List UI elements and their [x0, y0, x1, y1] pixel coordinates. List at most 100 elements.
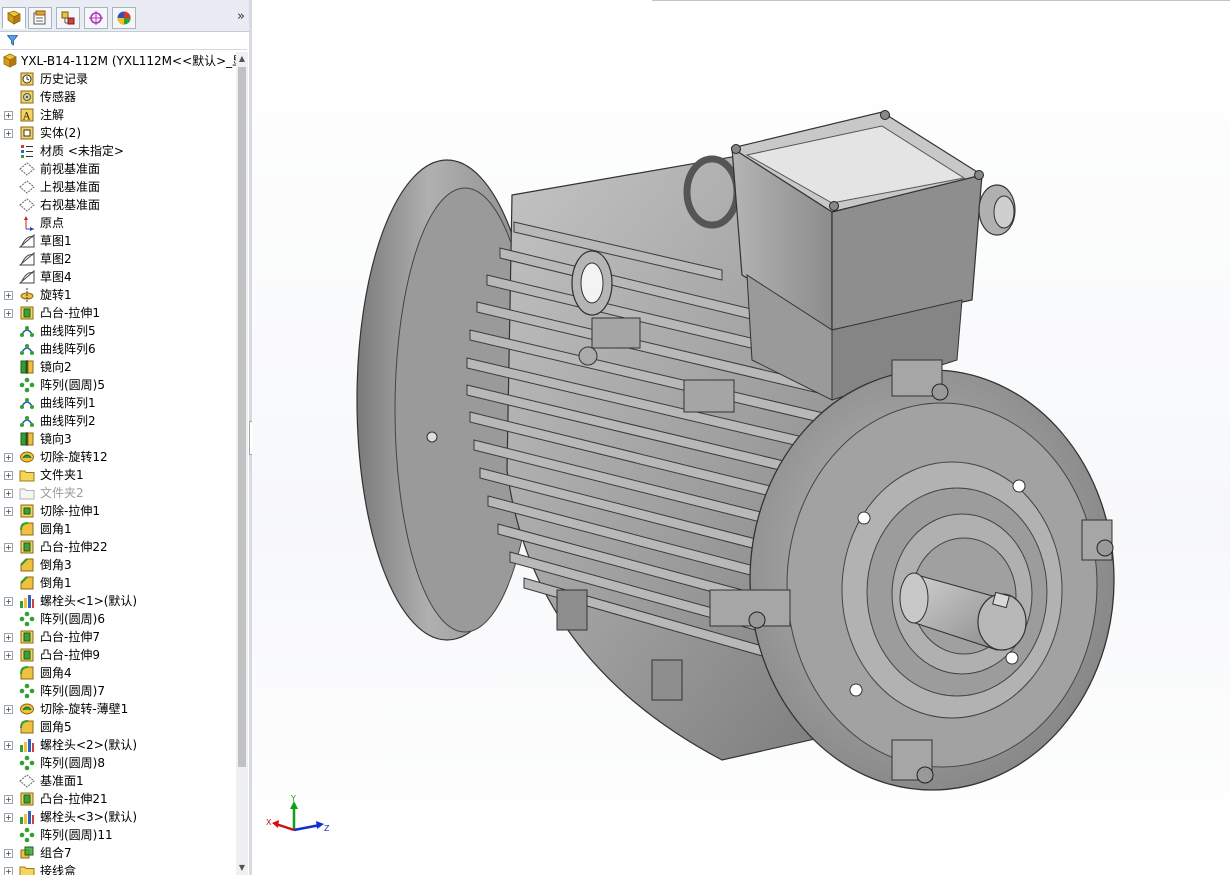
circular-pattern-icon [19, 683, 35, 699]
library-feature-icon [19, 809, 35, 825]
propertymanager-tab[interactable] [28, 7, 52, 29]
tree-item[interactable]: 镜向2 [0, 358, 236, 376]
tree-item[interactable]: + 旋转1 [0, 286, 236, 304]
tree-item[interactable]: 圆角5 [0, 718, 236, 736]
tree-item[interactable]: + 凸台-拉伸22 [0, 538, 236, 556]
display-manager-tab[interactable] [112, 7, 136, 29]
expand-toggle[interactable]: + [4, 597, 13, 606]
tree-item[interactable]: + 凸台-拉伸21 [0, 790, 236, 808]
tree-item[interactable]: + A 注解 [0, 106, 236, 124]
tree-item-label: 切除-旋转12 [40, 450, 108, 464]
extrude-icon [19, 791, 35, 807]
tree-filter-row[interactable] [0, 32, 247, 50]
expand-toggle[interactable]: + [4, 849, 13, 858]
tree-item-label: 镜向3 [40, 432, 72, 446]
dimxpert-tab[interactable] [84, 7, 108, 29]
expand-toggle[interactable]: + [4, 291, 13, 300]
tree-item[interactable]: 草图1 [0, 232, 236, 250]
expand-toggle[interactable]: + [4, 111, 13, 120]
tree-item[interactable]: + 接线盒 [0, 862, 236, 875]
sketch-icon [19, 269, 35, 285]
tree-item[interactable]: 右视基准面 [0, 196, 236, 214]
tree-item[interactable]: 传感器 [0, 88, 236, 106]
motor-3d-model[interactable] [252, 0, 1230, 875]
tree-item[interactable]: 曲线阵列2 [0, 412, 236, 430]
tree-item[interactable]: + 文件夹1 [0, 466, 236, 484]
tree-item[interactable]: + 凸台-拉伸7 [0, 628, 236, 646]
tree-item[interactable]: 草图4 [0, 268, 236, 286]
tree-item[interactable]: + 切除-拉伸1 [0, 502, 236, 520]
expand-toggle[interactable]: + [4, 651, 13, 660]
scroll-thumb[interactable] [238, 67, 246, 767]
tree-item[interactable]: 倒角3 [0, 556, 236, 574]
tree-item[interactable]: 圆角1 [0, 520, 236, 538]
tree-item-label: 镜向2 [40, 360, 72, 374]
tree-item[interactable]: 原点 [0, 214, 236, 232]
tree-scrollbar[interactable]: ▲ ▼ [236, 52, 248, 875]
extrude-icon [19, 629, 35, 645]
tree-item[interactable]: + 实体(2) [0, 124, 236, 142]
scroll-up-arrow[interactable]: ▲ [236, 52, 248, 66]
tree-item[interactable]: 曲线阵列6 [0, 340, 236, 358]
svg-text:A: A [22, 112, 31, 123]
extrude-icon [19, 647, 35, 663]
tree-item[interactable]: + 螺栓头<1>(默认) [0, 592, 236, 610]
tree-item[interactable]: 阵列(圆周)6 [0, 610, 236, 628]
tree-item[interactable]: 阵列(圆周)7 [0, 682, 236, 700]
expand-toggle[interactable]: + [4, 633, 13, 642]
tree-item[interactable]: + 凸台-拉伸9 [0, 646, 236, 664]
expand-toggle[interactable]: + [4, 813, 13, 822]
feature-manager-panel: » YXL-B14-112M (YXL112M<<默认>_显 历史记录 传感器 + A… [0, 0, 250, 875]
featuremanager-tab[interactable] [2, 7, 26, 29]
tree-item[interactable]: + 凸台-拉伸1 [0, 304, 236, 322]
expand-toggle[interactable]: + [4, 741, 13, 750]
tree-item[interactable]: + 文件夹2 [0, 484, 236, 502]
folder-icon [19, 467, 35, 483]
expand-toggle[interactable]: + [4, 867, 13, 875]
tree-item[interactable]: 曲线阵列1 [0, 394, 236, 412]
tree-item[interactable]: + 组合7 [0, 844, 236, 862]
tree-item-label: 螺栓头<2>(默认) [40, 738, 138, 752]
tree-item[interactable]: 阵列(圆周)5 [0, 376, 236, 394]
panel-expand-button[interactable]: » [237, 9, 245, 24]
tree-root-part[interactable]: YXL-B14-112M (YXL112M<<默认>_显 [0, 52, 236, 70]
graphics-viewport[interactable]: Y Z X [252, 0, 1230, 875]
circular-pattern-icon [19, 611, 35, 627]
tree-item[interactable]: 前视基准面 [0, 160, 236, 178]
tree-item[interactable]: 圆角4 [0, 664, 236, 682]
expand-toggle[interactable]: + [4, 453, 13, 462]
tree-item-label: 倒角3 [40, 558, 72, 572]
tree-item[interactable]: 阵列(圆周)11 [0, 826, 236, 844]
expand-toggle[interactable]: + [4, 705, 13, 714]
tree-item-label: 曲线阵列6 [40, 342, 96, 356]
expand-toggle[interactable]: + [4, 489, 13, 498]
tree-item[interactable]: 材质 <未指定> [0, 142, 236, 160]
tree-item-label: 阵列(圆周)11 [40, 828, 113, 842]
expand-toggle[interactable]: + [4, 309, 13, 318]
origin-icon [19, 215, 35, 231]
expand-toggle[interactable]: + [4, 507, 13, 516]
tree-item[interactable]: 基准面1 [0, 772, 236, 790]
triad-y-label: Y [290, 795, 296, 803]
tree-item[interactable]: 倒角1 [0, 574, 236, 592]
scroll-down-arrow[interactable]: ▼ [236, 861, 248, 875]
tree-item[interactable]: + 螺栓头<2>(默认) [0, 736, 236, 754]
tree-item[interactable]: 曲线阵列5 [0, 322, 236, 340]
expand-toggle[interactable]: + [4, 543, 13, 552]
tree-item[interactable]: 阵列(圆周)8 [0, 754, 236, 772]
tree-item[interactable]: + 切除-旋转-薄壁1 [0, 700, 236, 718]
tree-item[interactable]: + 螺栓头<3>(默认) [0, 808, 236, 826]
tree-item[interactable]: 历史记录 [0, 70, 236, 88]
expand-toggle[interactable]: + [4, 129, 13, 138]
expand-toggle[interactable]: + [4, 795, 13, 804]
tree-root-label: YXL-B14-112M (YXL112M<<默认>_显 [21, 54, 236, 68]
tree-item[interactable]: 草图2 [0, 250, 236, 268]
tree-item-label: 切除-拉伸1 [40, 504, 100, 518]
expand-toggle[interactable]: + [4, 471, 13, 480]
cut-extrude-icon [19, 503, 35, 519]
tree-item-label: 草图4 [40, 270, 72, 284]
tree-item[interactable]: 上视基准面 [0, 178, 236, 196]
tree-item[interactable]: 镜向3 [0, 430, 236, 448]
tree-item[interactable]: + 切除-旋转12 [0, 448, 236, 466]
configurationmanager-tab[interactable] [56, 7, 80, 29]
